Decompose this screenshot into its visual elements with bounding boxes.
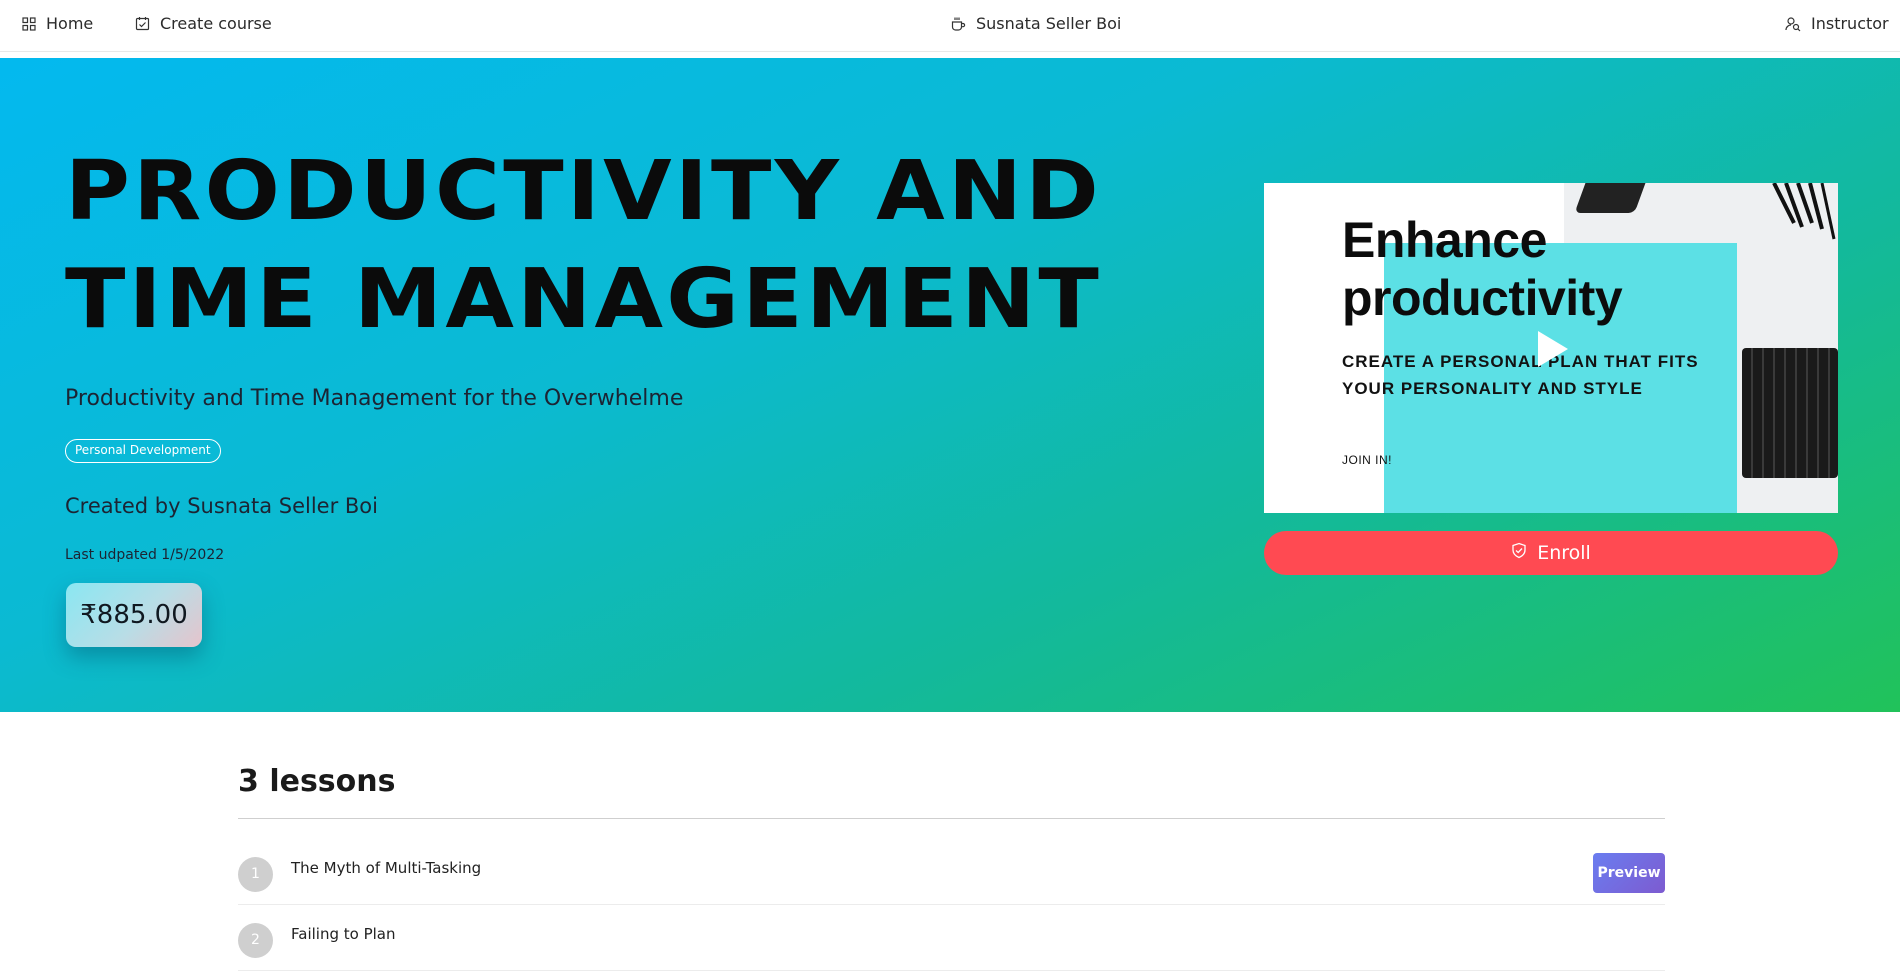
user-search-icon [1785,16,1801,32]
preview-heading-line1: Enhance [1342,212,1547,268]
lesson-title: Failing to Plan [291,925,396,943]
keyboard-shape [1742,348,1838,478]
lesson-row[interactable]: 2 Failing to Plan [238,905,1665,971]
enroll-label: Enroll [1537,542,1591,564]
nav-seller-label: Susnata Seller Boi [976,14,1122,33]
lessons-heading: 3 lessons [238,764,396,799]
nav-home[interactable]: Home [22,14,93,33]
course-title: PRODUCTIVITY AND TIME MANAGEMENT [65,144,1103,347]
nav-home-label: Home [46,14,94,33]
pens-graphic [1772,183,1836,240]
nav-instructor-label: Instructor [1811,14,1889,33]
course-preview-video[interactable]: Enhance productivity CREATE A PERSONAL P… [1264,183,1838,513]
grid-icon [22,16,36,31]
nav-create-course-label: Create course [160,14,272,33]
play-icon[interactable] [1536,329,1570,369]
nav-seller-dashboard[interactable]: Susnata Seller Boi [950,14,1121,33]
course-hero: PRODUCTIVITY AND TIME MANAGEMENT Product… [0,58,1900,712]
last-updated: Last udpated 1/5/2022 [65,547,225,563]
nav-instructor[interactable]: Instructor [1785,14,1889,33]
price-card: ₹885.00 [66,583,202,647]
preview-tagline-line2: YOUR PERSONALITY AND STYLE [1342,379,1643,398]
lesson-preview-button[interactable]: Preview [1593,853,1665,893]
course-subtitle: Productivity and Time Management for the… [65,386,684,411]
shield-check-icon [1511,542,1527,564]
lessons-divider [238,818,1665,819]
top-navigation: Home Create course Susnata Seller Boi In… [0,0,1900,52]
calendar-check-icon [135,16,150,31]
category-badge[interactable]: Personal Development [65,439,221,463]
nav-create-course[interactable]: Create course [135,14,272,33]
lesson-number: 2 [238,923,273,958]
lesson-title: The Myth of Multi-Tasking [291,859,482,877]
preview-join-text: JOIN IN! [1342,453,1393,467]
preview-heading-line2: productivity [1342,270,1623,326]
lesson-number: 1 [238,857,273,892]
enroll-button[interactable]: Enroll [1264,531,1838,575]
coffee-cup-icon [950,16,966,32]
lesson-row[interactable]: 1 The Myth of Multi-Tasking Preview [238,839,1665,905]
laptop-shape [1574,183,1646,213]
course-author: Created by Susnata Seller Boi [65,494,378,518]
preview-heading: Enhance productivity [1342,211,1623,327]
